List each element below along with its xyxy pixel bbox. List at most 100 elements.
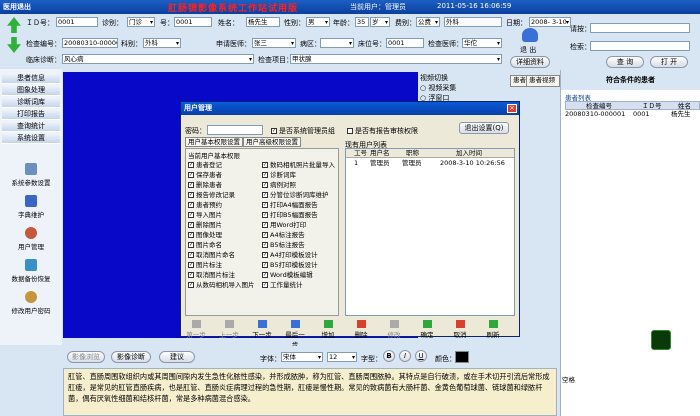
nav-button[interactable]: 修改 — [383, 320, 405, 339]
req-input[interactable] — [590, 23, 690, 33]
permission-checkbox[interactable]: ✓ 数码相机照片批量导入 — [262, 160, 335, 170]
project-select[interactable]: 甲状腺 — [290, 54, 502, 64]
report-text-area[interactable]: 肛管、直肠周围软组织内或其周围间隙内发生急性化脓性感染，并形成脓肿，称为肛管、直… — [63, 368, 557, 416]
nav-button[interactable]: 第一步 — [185, 320, 207, 339]
permission-checkbox[interactable]: ✓ 打印A4幅面报告 — [262, 200, 335, 210]
down-arrow-icon[interactable] — [7, 37, 21, 53]
color-swatch[interactable] — [455, 351, 469, 363]
nav-button[interactable]: 上一步 — [218, 320, 240, 339]
sex-select[interactable]: 男 — [306, 17, 330, 27]
tool-system-params[interactable]: 系统参数设置 — [2, 163, 60, 187]
permission-checkbox[interactable]: ✓ 工作量统计 — [262, 280, 335, 290]
ward-label: 病区： — [300, 40, 321, 48]
age-field[interactable]: 35 — [355, 17, 369, 27]
permission-checkbox[interactable]: ✓ 图片命名 — [188, 240, 255, 250]
permission-checkbox[interactable]: ✓ 图片标注 — [188, 260, 255, 270]
tab-advanced-permissions[interactable]: 用户高级权限设置 — [243, 137, 301, 147]
hao-field[interactable]: 0001 — [174, 17, 212, 27]
sidebar-item-print-report[interactable]: 打印报告 — [2, 109, 60, 120]
permission-checkbox[interactable]: ✓ 分管位诊断词库维护 — [262, 190, 335, 200]
zhenbie-select[interactable]: 门诊 — [127, 17, 155, 27]
nav-button[interactable]: 删除 — [350, 320, 372, 339]
sidebar-item-image-processing[interactable]: 图象处理 — [2, 85, 60, 96]
tool-change-password[interactable]: 修改用户密码 — [2, 291, 60, 315]
query-button[interactable]: 查 询 — [606, 56, 644, 68]
dept-select[interactable]: 外科 — [143, 38, 181, 48]
has-audit-checkbox[interactable]: 是否有报告审核权限 — [347, 126, 418, 136]
permission-checkbox[interactable]: ✓ 删除图片 — [188, 220, 255, 230]
image-browse-button[interactable]: 影像浏览 — [67, 351, 105, 363]
doctor-req-select[interactable]: 张三 — [252, 38, 296, 48]
permission-checkbox[interactable]: ✓ 导入图片 — [188, 210, 255, 220]
close-icon[interactable]: × — [507, 104, 517, 113]
id-field[interactable]: 0001 — [56, 17, 98, 27]
tab-basic-permissions[interactable]: 用户基本权限设置 — [185, 137, 243, 147]
table-row[interactable]: 1 管理员 管理员 2008-3-10 10:26:56 — [346, 159, 514, 168]
space-button[interactable]: 空格 — [562, 374, 575, 384]
exit-settings-button[interactable]: 退出设置(Q) — [459, 122, 509, 134]
permission-checkbox[interactable]: ✓ A4打印模板设计 — [262, 250, 335, 260]
sidebar-item-patient-info[interactable]: 患者信息 — [2, 73, 60, 84]
permission-checkbox[interactable]: ✓ 报告修改记录 — [188, 190, 255, 200]
check-doc-select[interactable]: 华佗 — [462, 38, 502, 48]
italic-button[interactable]: I — [399, 350, 411, 362]
app-title: 肛肠镜影像系统工作站试用版 — [168, 4, 299, 14]
permission-checkbox[interactable]: ✓ 从数码相机导入图片 — [188, 280, 255, 290]
permission-checkbox[interactable]: ✓ 诊断词库 — [262, 170, 335, 180]
underline-button[interactable]: U — [415, 350, 427, 362]
font-select[interactable]: 宋体 — [281, 352, 323, 362]
permission-checkbox[interactable]: ✓ Word模板编辑 — [262, 270, 335, 280]
check-no-field[interactable]: 20080310-000001 — [62, 38, 118, 48]
permission-checkbox[interactable]: ✓ 病例对照 — [262, 180, 335, 190]
date-picker[interactable]: 2008- 3-10 — [529, 17, 571, 27]
permission-checkbox[interactable]: ✓ 用Word打印 — [262, 220, 335, 230]
nav-button[interactable]: 最后一步 — [284, 320, 306, 349]
permission-checkbox[interactable]: ✓ 保存患者 — [188, 170, 255, 180]
bed-field[interactable]: 0001 — [386, 38, 424, 48]
sex-label: 性别： — [284, 19, 305, 27]
nav-button[interactable]: 确定 — [416, 320, 438, 339]
suggestion-button[interactable]: 建议 — [159, 351, 195, 363]
permission-checkbox[interactable]: ✓ 图像处理 — [188, 230, 255, 240]
video-capture-radio[interactable]: ○ 视频采集 — [420, 83, 456, 93]
image-diagnosis-button[interactable]: 影像诊断 — [111, 351, 151, 363]
password-field[interactable] — [207, 125, 263, 135]
open-button[interactable]: 打 开 — [650, 56, 688, 68]
exit-icon[interactable] — [522, 28, 538, 42]
table-row[interactable]: 20080310-000001 0001 杨先生 — [565, 110, 700, 119]
detail-button[interactable]: 详细资料 — [510, 56, 550, 68]
permission-checkbox[interactable]: ✓ 删除患者 — [188, 180, 255, 190]
tool-user-management[interactable]: 用户管理 — [2, 227, 60, 251]
tool-dictionary[interactable]: 字典维护 — [2, 195, 60, 219]
permission-checkbox[interactable]: ✓ B5打印模板设计 — [262, 260, 335, 270]
size-select[interactable]: 12 — [327, 352, 357, 362]
sidebar-item-system-settings[interactable]: 系统设置 — [2, 133, 60, 144]
permission-checkbox[interactable]: ✓ A4标注报告 — [262, 230, 335, 240]
permission-checkbox[interactable]: ✓ 取消图片标注 — [188, 270, 255, 280]
ward-select[interactable] — [320, 38, 354, 48]
permission-checkbox[interactable]: ✓ B5标注报告 — [262, 240, 335, 250]
nav-button[interactable]: 取消 — [449, 320, 471, 339]
tool-backup-restore[interactable]: 数据备份恢复 — [2, 259, 60, 283]
sidebar-item-query-stats[interactable]: 查询统计 — [2, 121, 60, 132]
bold-button[interactable]: B — [383, 350, 395, 362]
permission-checkbox[interactable]: ✓ 患者登记 — [188, 160, 255, 170]
up-arrow-icon[interactable] — [7, 17, 21, 33]
search-input[interactable] — [590, 41, 690, 51]
age-unit-select[interactable]: 岁 — [370, 17, 390, 27]
permission-checkbox[interactable]: ✓ 患者预约 — [188, 200, 255, 210]
permission-checkbox[interactable]: ✓ 取消图片命名 — [188, 250, 255, 260]
sidebar-item-diagnosis-dict[interactable]: 诊断词库 — [2, 97, 60, 108]
nav-button[interactable]: 下一步 — [251, 320, 273, 339]
is-admin-checkbox[interactable]: ✓ 是否系统管理员组 — [271, 126, 335, 136]
exit-button[interactable]: 退 出 — [520, 45, 536, 55]
fee-select[interactable]: 公费 — [416, 17, 440, 27]
name-field[interactable]: 杨先生 — [246, 17, 280, 27]
style-label: 字型： — [361, 355, 382, 363]
nav-button[interactable]: 增加 — [317, 320, 339, 339]
exit-menu[interactable]: 医用退出 — [3, 2, 31, 12]
nav-button[interactable]: 刷新 — [482, 320, 504, 339]
permission-checkbox[interactable]: ✓ 打印B5幅面报告 — [262, 210, 335, 220]
clinic-select[interactable]: 风心病 — [62, 54, 254, 64]
tab-patient-videos[interactable]: 患者视频 — [526, 75, 560, 87]
